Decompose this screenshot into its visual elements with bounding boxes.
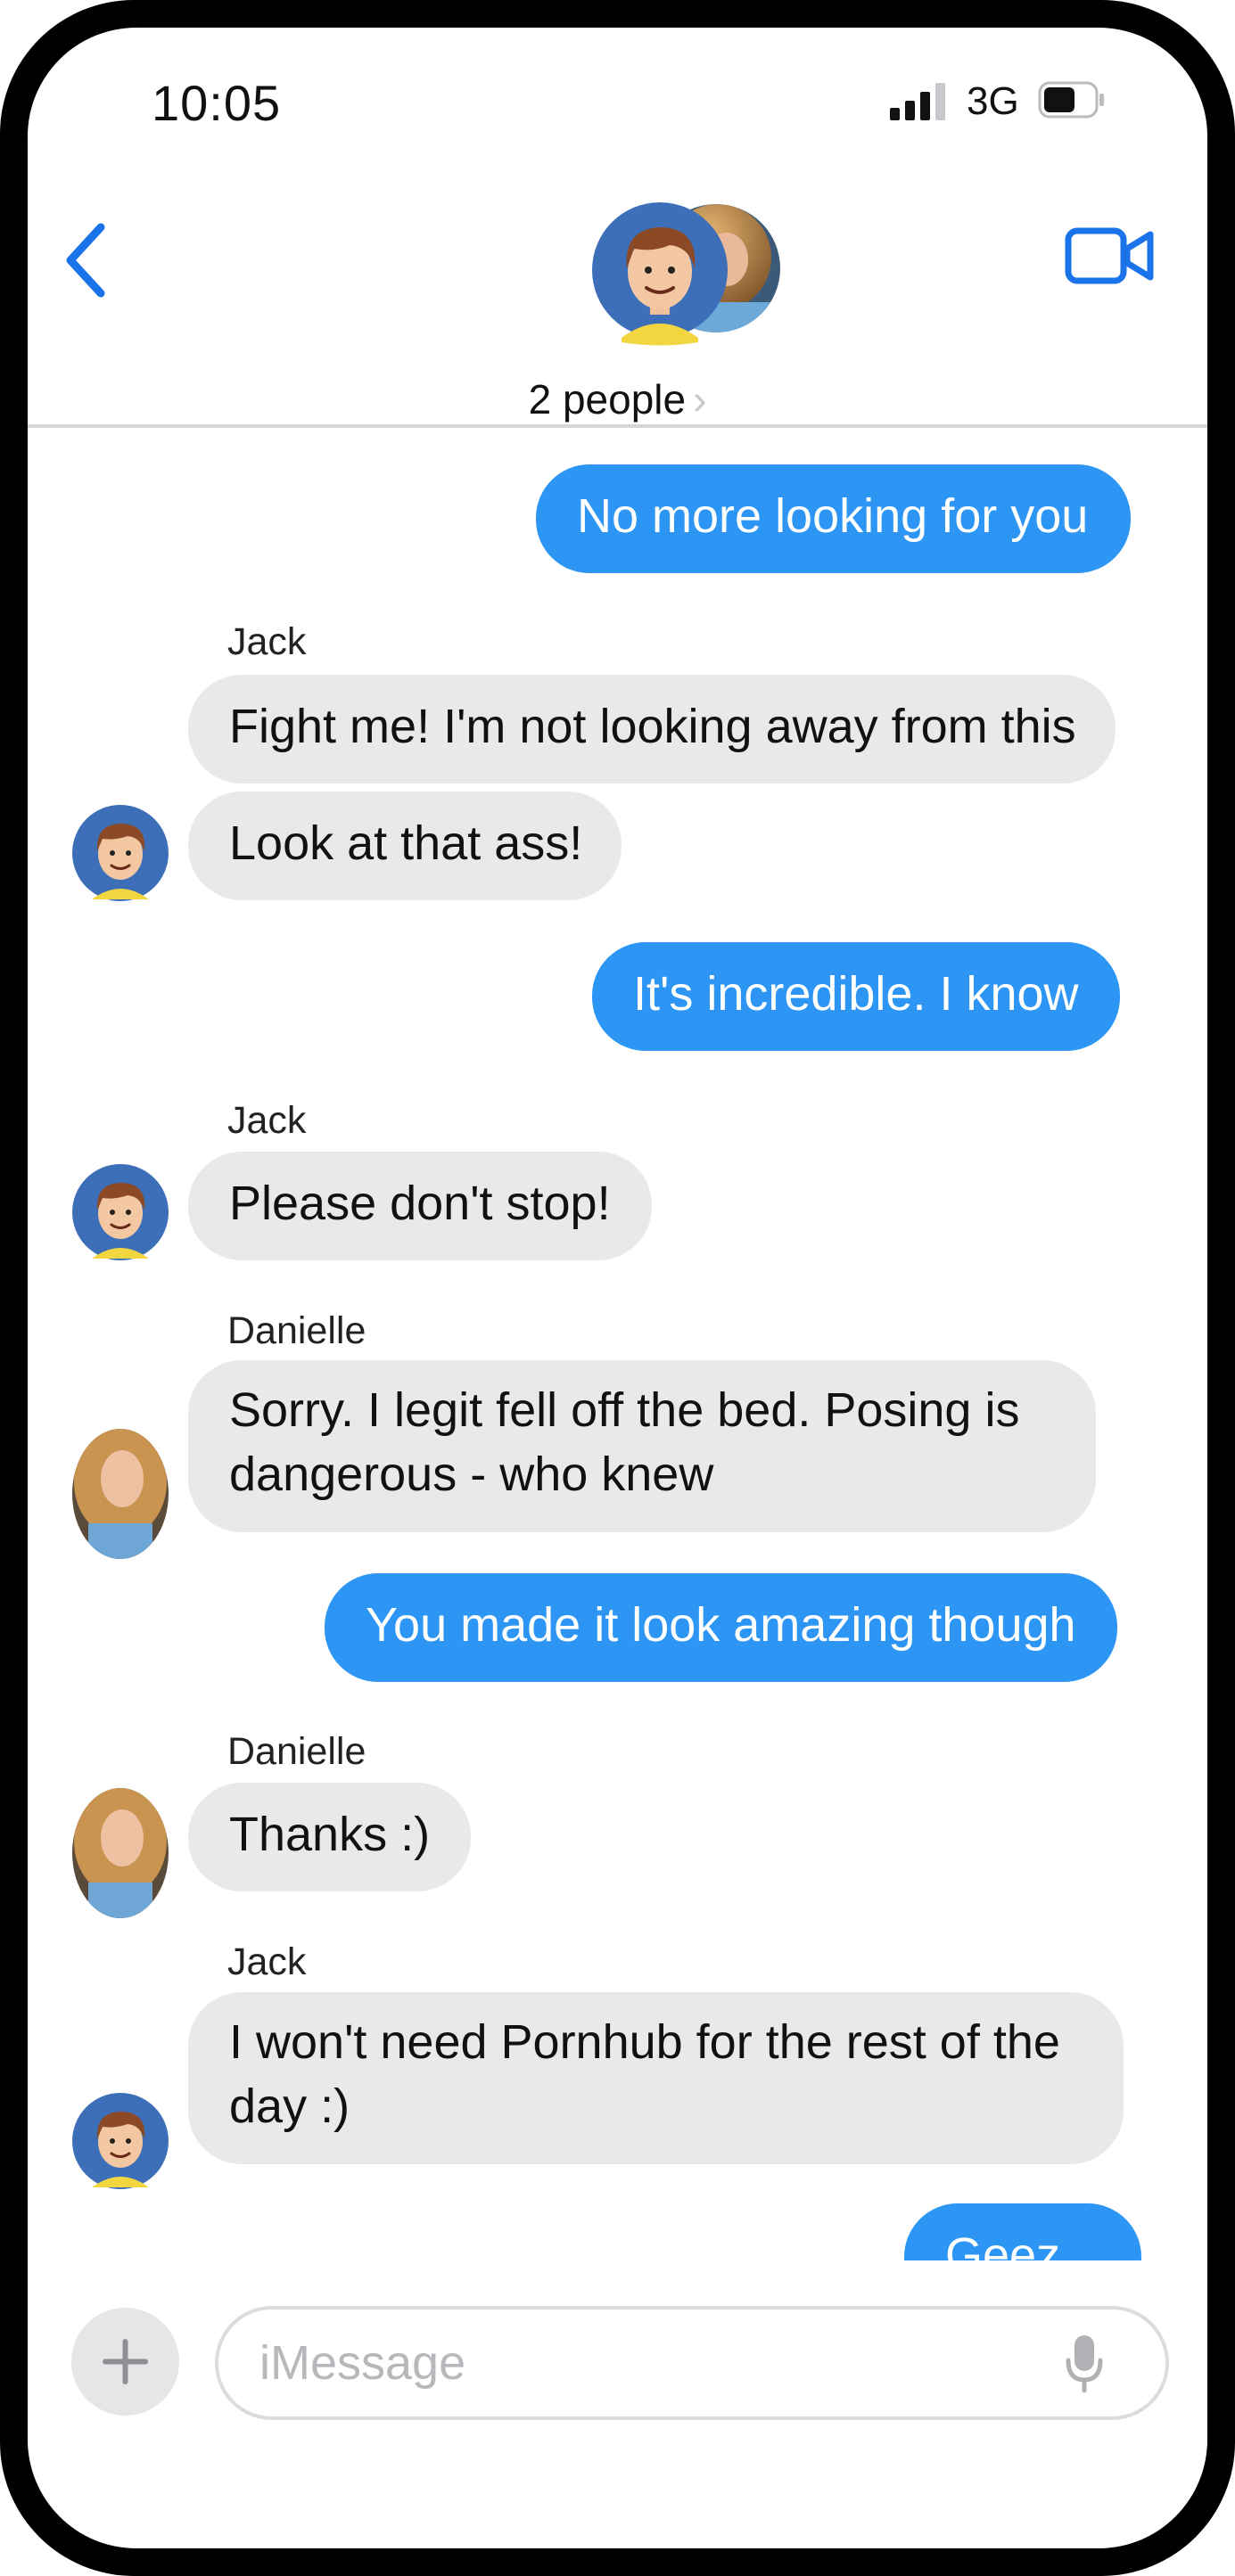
cellular-signal-icon bbox=[890, 83, 945, 120]
message-bubble[interactable]: You made it look amazing though bbox=[325, 1573, 1117, 1682]
battery-icon bbox=[1038, 81, 1104, 119]
header-divider bbox=[28, 424, 1207, 428]
sender-name: Jack bbox=[227, 620, 307, 663]
status-time: 10:05 bbox=[152, 75, 282, 131]
message-text: Look at that ass! bbox=[229, 816, 583, 870]
message-text: Thanks :) bbox=[229, 1808, 431, 1861]
danielle-avatar[interactable] bbox=[70, 1427, 170, 1561]
participants-count: 2 people bbox=[528, 376, 687, 422]
plus-icon bbox=[103, 2339, 148, 2384]
back-chevron-icon[interactable] bbox=[62, 220, 110, 300]
message-text: Please don't stop! bbox=[229, 1177, 611, 1230]
conversation-title[interactable]: 2 people › bbox=[28, 375, 1207, 423]
jack-avatar[interactable] bbox=[70, 1162, 170, 1262]
message-text-line: day :) bbox=[229, 2080, 350, 2133]
sender-name: Jack bbox=[227, 1940, 307, 1983]
sender-name: Danielle bbox=[227, 1309, 366, 1352]
message-text: No more looking for you bbox=[577, 489, 1089, 543]
messages-screen: 10:05 3G 2 people › No more looking for … bbox=[28, 28, 1207, 2548]
jack-avatar[interactable] bbox=[70, 2091, 170, 2191]
message-bubble[interactable]: Please don't stop! bbox=[188, 1152, 652, 1260]
message-bubble[interactable]: Fight me! I'm not looking away from this bbox=[188, 675, 1116, 783]
network-type: 3G bbox=[967, 79, 1019, 123]
message-bubble[interactable]: It's incredible. I know bbox=[592, 942, 1120, 1051]
sender-name: Danielle bbox=[227, 1730, 366, 1773]
message-text-line: Sorry. I legit fell off the bed. Posing … bbox=[229, 1383, 1020, 1437]
group-avatars[interactable] bbox=[584, 195, 789, 360]
message-text: Geez... bbox=[945, 2228, 1101, 2282]
message-bubble[interactable]: Sorry. I legit fell off the bed. Posing … bbox=[188, 1360, 1096, 1532]
video-camera-icon[interactable] bbox=[1065, 224, 1154, 288]
message-text: Fight me! I'm not looking away from this bbox=[229, 700, 1076, 753]
message-bubble[interactable]: No more looking for you bbox=[536, 464, 1132, 573]
jack-avatar[interactable] bbox=[70, 803, 170, 903]
message-bubble[interactable]: Geez... bbox=[904, 2203, 1142, 2282]
message-bubble[interactable]: Thanks :) bbox=[188, 1783, 472, 1891]
chevron-right-icon: › bbox=[693, 376, 707, 422]
apps-plus-button[interactable] bbox=[71, 2308, 179, 2416]
message-bubble[interactable]: Look at that ass! bbox=[188, 792, 622, 900]
message-text-line: I won't need Pornhub for the rest of the bbox=[229, 2015, 1060, 2069]
danielle-avatar[interactable] bbox=[70, 1786, 170, 1920]
microphone-icon[interactable] bbox=[1064, 2334, 1105, 2394]
message-text-line: dangerous - who knew bbox=[229, 1448, 714, 1501]
message-text: You made it look amazing though bbox=[366, 1598, 1076, 1652]
sender-name: Jack bbox=[227, 1099, 307, 1142]
imessage-input[interactable] bbox=[215, 2306, 1169, 2420]
message-bubble[interactable]: I won't need Pornhub for the rest of the… bbox=[188, 1992, 1124, 2164]
message-text: It's incredible. I know bbox=[633, 967, 1079, 1021]
